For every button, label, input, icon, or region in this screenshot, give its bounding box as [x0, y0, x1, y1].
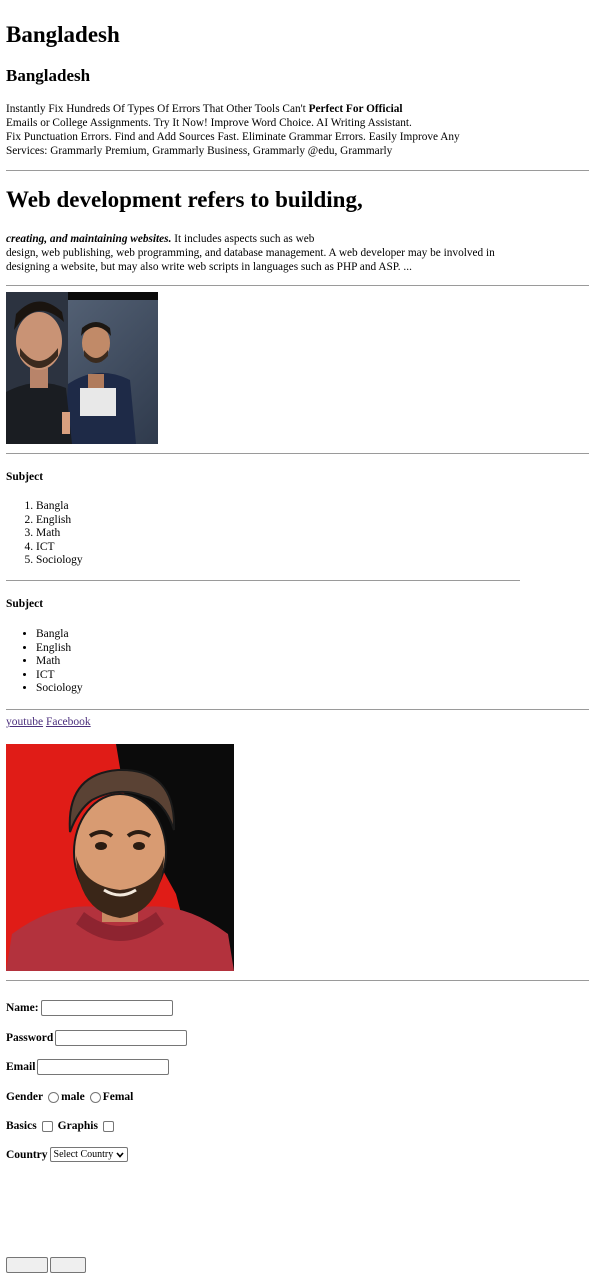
gender-row: Gender male Femal	[6, 1091, 133, 1103]
female-label: Femal	[102, 1091, 134, 1103]
unordered-subject-list: Bangla English Math ICT Sociology	[6, 628, 83, 696]
webdev-line3: designing a website, but may also write …	[6, 261, 412, 273]
divider	[6, 580, 520, 581]
webdev-emphasis: creating, and maintaining websites.	[6, 233, 172, 245]
graphics-checkbox[interactable]	[102, 1120, 114, 1132]
facebook-link[interactable]: Facebook	[46, 716, 91, 728]
divider	[6, 285, 589, 286]
list-item: Bangla	[36, 500, 83, 514]
list-item: ICT	[36, 541, 83, 555]
basics-checkbox[interactable]	[41, 1120, 53, 1132]
promo-line2: Emails or College Assignments. Try It No…	[6, 117, 412, 129]
reset-button[interactable]	[50, 1257, 86, 1273]
promo-paragraph: Instantly Fix Hundreds Of Types Of Error…	[6, 102, 586, 158]
list-item: English	[36, 514, 83, 528]
youtube-link[interactable]: youtube	[6, 716, 43, 728]
password-row: Password	[6, 1030, 188, 1046]
photo-two-people	[6, 292, 158, 444]
divider	[6, 170, 589, 171]
ordered-subject-list: Bangla English Math ICT Sociology	[6, 500, 83, 568]
name-label: Name:	[6, 1002, 39, 1014]
submit-button[interactable]	[6, 1257, 48, 1273]
webdev-line1: It includes aspects such as web	[171, 233, 315, 245]
social-links: youtube Facebook	[6, 716, 91, 728]
divider	[6, 453, 589, 454]
country-select-value: Select Country	[53, 1149, 114, 1160]
divider	[6, 980, 589, 981]
page-subtitle: Bangladesh	[6, 66, 91, 85]
password-input[interactable]	[55, 1030, 188, 1046]
country-label: Country	[6, 1148, 48, 1161]
basics-label: Basics	[6, 1120, 37, 1132]
list-item: Bangla	[36, 628, 83, 642]
list-item: ICT	[36, 669, 83, 683]
webdev-heading: Web development refers to building,	[6, 187, 363, 212]
list-item: Math	[36, 527, 83, 541]
chevron-down-icon	[116, 1151, 124, 1158]
country-row: Country Select Country	[6, 1147, 129, 1162]
unordered-list-title: Subject	[6, 598, 44, 610]
female-radio[interactable]	[89, 1091, 101, 1103]
divider	[6, 709, 589, 710]
list-item: Sociology	[36, 554, 83, 568]
email-row: Email	[6, 1059, 170, 1075]
list-item: Sociology	[36, 682, 83, 696]
password-label: Password	[6, 1032, 54, 1044]
promo-line3: Fix Punctuation Errors. Find and Add Sou…	[6, 131, 460, 143]
promo-line4: Services: Grammarly Premium, Grammarly B…	[6, 145, 393, 157]
ordered-list-title: Subject	[6, 471, 44, 483]
page-title: Bangladesh	[6, 22, 120, 47]
graphics-label: Graphis	[57, 1120, 98, 1132]
promo-line1: Instantly Fix Hundreds Of Types Of Error…	[6, 103, 309, 115]
gender-label: Gender	[6, 1091, 44, 1103]
webdev-paragraph: creating, and maintaining websites. It i…	[6, 232, 586, 274]
promo-bold: Perfect For Official	[308, 103, 403, 115]
email-label: Email	[6, 1061, 36, 1073]
name-input[interactable]	[40, 1000, 173, 1016]
email-input[interactable]	[37, 1059, 170, 1075]
cartoon-portrait	[6, 744, 234, 971]
name-row: Name:	[6, 1000, 173, 1016]
courses-row: Basics Graphis	[6, 1120, 119, 1132]
male-radio[interactable]	[48, 1091, 60, 1103]
list-item: English	[36, 642, 83, 656]
list-item: Math	[36, 655, 83, 669]
country-select[interactable]: Select Country	[49, 1147, 129, 1162]
male-label: male	[61, 1091, 85, 1103]
webdev-line2: design, web publishing, web programming,…	[6, 247, 495, 259]
